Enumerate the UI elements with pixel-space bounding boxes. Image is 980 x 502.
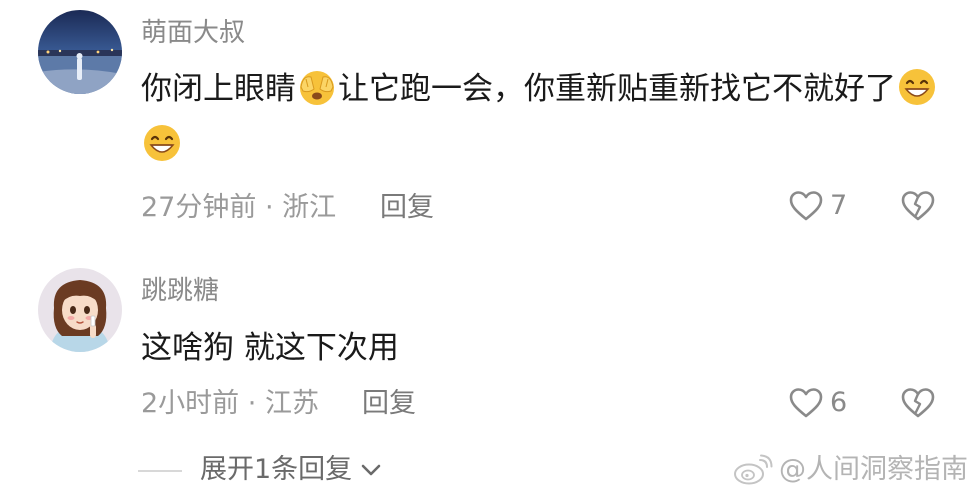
expand-replies-button[interactable]: 展开1条回复 xyxy=(200,454,382,486)
meta-separator: · xyxy=(264,192,274,223)
expand-divider xyxy=(138,470,182,472)
username[interactable]: 萌面大叔 xyxy=(141,18,245,48)
comment-text: 你闭上眼睛 让它跑一会，你重新贴重新找它不就好了 xyxy=(141,61,941,173)
broken-heart-icon xyxy=(901,388,935,418)
comment-meta: 27分钟前 · 浙江 xyxy=(141,192,336,224)
grinning-emoji-icon xyxy=(144,125,180,161)
watermark: @人间洞察指南 xyxy=(733,454,968,486)
username[interactable]: 跳跳糖 xyxy=(141,276,219,306)
comment-meta: 2小时前 · 江苏 xyxy=(141,388,319,420)
heart-icon xyxy=(789,191,823,221)
comment-section: 萌面大叔 你闭上眼睛 让它跑一会，你重新贴重新找它不就好了 27分钟前 · 浙江… xyxy=(0,0,980,502)
watermark-text: @人间洞察指南 xyxy=(779,454,968,485)
reply-button[interactable]: 回复 xyxy=(380,192,434,224)
comment-text-part2: 让它跑一会，你重新贴重新找它不就好了 xyxy=(338,71,896,107)
comment-text: 这啥狗 就这下次用 xyxy=(141,330,399,366)
comment-location: 江苏 xyxy=(264,388,319,419)
meta-separator: · xyxy=(247,388,257,419)
comment-time: 27分钟前 xyxy=(141,192,257,223)
like-button[interactable]: 7 xyxy=(788,190,847,222)
like-count: 7 xyxy=(830,190,848,221)
dislike-button[interactable] xyxy=(900,387,936,423)
like-button[interactable]: 6 xyxy=(788,387,847,419)
anime-girl-avatar-icon xyxy=(38,268,122,352)
reply-button[interactable]: 回复 xyxy=(362,388,416,420)
comment-text-part1: 你闭上眼睛 xyxy=(141,71,296,107)
chevron-down-icon xyxy=(361,464,381,476)
dislike-button[interactable] xyxy=(900,190,936,226)
heart-icon xyxy=(789,388,823,418)
comment-location: 浙江 xyxy=(282,192,337,223)
avatar[interactable] xyxy=(38,10,122,94)
weibo-logo-icon xyxy=(734,454,773,485)
expand-replies-label: 展开1条回复 xyxy=(200,454,353,485)
like-count: 6 xyxy=(830,387,848,418)
night-city-avatar-icon xyxy=(38,10,122,94)
face-covering-eyes-emoji-icon xyxy=(300,71,334,105)
grinning-emoji-icon xyxy=(899,69,935,105)
avatar[interactable] xyxy=(38,268,122,352)
comment-time: 2小时前 xyxy=(141,388,240,419)
broken-heart-icon xyxy=(901,191,935,221)
